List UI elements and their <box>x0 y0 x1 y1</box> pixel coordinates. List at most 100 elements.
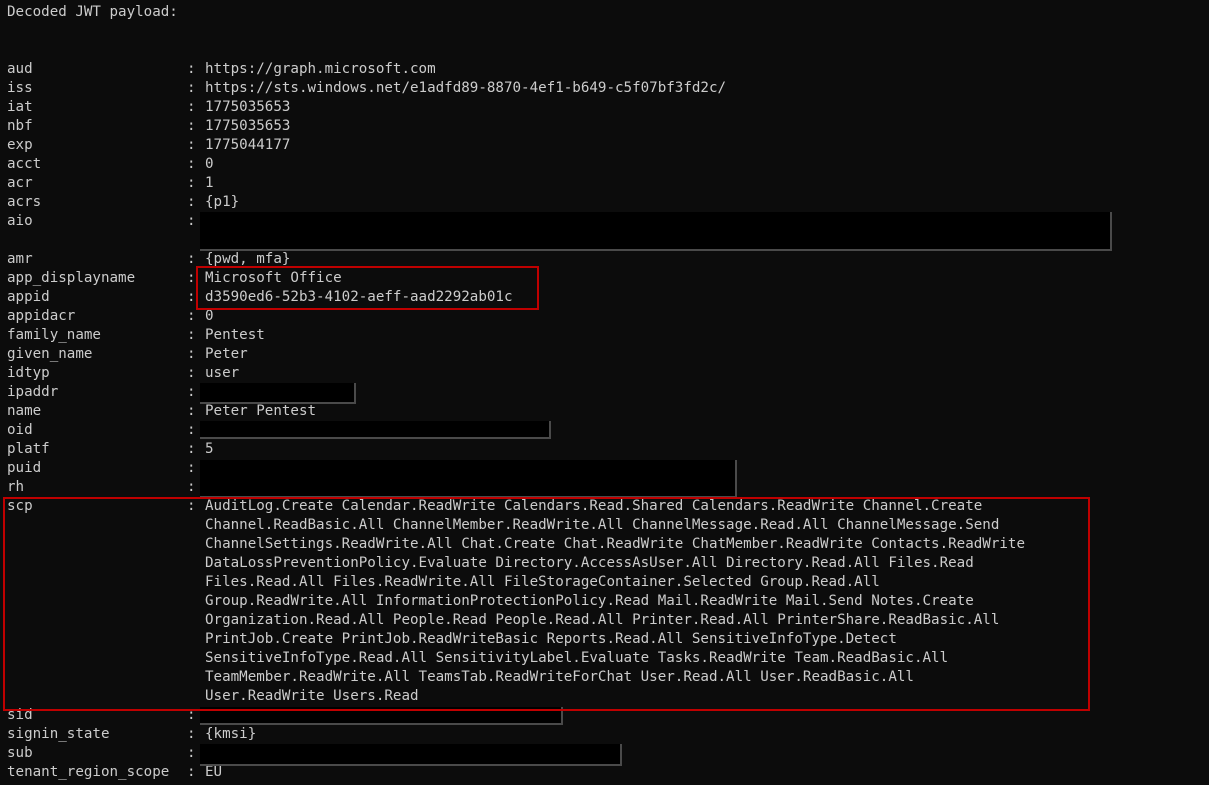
claim-key: idtyp <box>7 365 50 381</box>
claim-key: appidacr <box>7 308 76 324</box>
scope-line: PrintJob.Create PrintJob.ReadWriteBasic … <box>205 631 897 647</box>
scope-line: Channel.ReadBasic.All ChannelMember.Read… <box>205 517 1000 533</box>
claim-separator: : <box>187 175 196 191</box>
claim-separator: : <box>187 270 196 286</box>
claim-row: app_displayname: Microsoft Office <box>7 269 1085 288</box>
claim-key: rh <box>7 479 25 495</box>
claim-separator: : <box>187 118 196 134</box>
claim-key: exp <box>7 137 33 153</box>
terminal-window[interactable]: Decoded JWT payload: aud: https://graph.m… <box>0 0 1209 785</box>
claim-key: iat <box>7 99 33 115</box>
claim-key: acct <box>7 156 42 172</box>
claim-row: ipaddr: <box>7 383 1085 402</box>
claim-value: user <box>205 365 240 381</box>
claim-value: 1775044177 <box>205 137 291 153</box>
claim-key: signin_state <box>7 726 110 742</box>
claim-key: platf <box>7 441 50 457</box>
claim-value: Peter Pentest <box>205 403 317 419</box>
claim-row-scp: scp: AuditLog.Create Calendar.ReadWrite C… <box>7 497 1085 706</box>
redaction-oid <box>200 421 551 439</box>
claim-separator: : <box>187 137 196 153</box>
claim-key: nbf <box>7 118 33 134</box>
claim-key: scp <box>7 498 33 514</box>
claim-key: sid <box>7 707 33 723</box>
claim-separator: : <box>187 194 196 210</box>
claim-row: name: Peter Pentest <box>7 402 1085 421</box>
claim-row: platf:5 <box>7 440 1085 459</box>
claim-key: sub <box>7 745 33 761</box>
claim-key: oid <box>7 422 33 438</box>
claim-row: idtyp: user <box>7 364 1085 383</box>
scope-line: Files.Read.All Files.ReadWrite.All FileS… <box>205 574 880 590</box>
redaction-puid-rh <box>200 460 737 498</box>
claim-value: 0 <box>205 156 214 172</box>
claim-row: nbf:1775035653 <box>7 117 1085 136</box>
claim-value: https://sts.windows.net/e1adfd89-8870-4e… <box>205 80 727 96</box>
claim-value: 1775035653 <box>205 118 291 134</box>
claim-row: iat:1775035653 <box>7 98 1085 117</box>
claim-value: 1775035653 <box>205 99 291 115</box>
claim-key: iss <box>7 80 33 96</box>
claim-separator: : <box>187 289 196 305</box>
claim-value: Pentest <box>205 327 265 343</box>
claim-row: acr:1 <box>7 174 1085 193</box>
redaction-aio <box>200 212 1112 251</box>
claim-separator: : <box>187 99 196 115</box>
claim-value: Microsoft Office <box>205 270 342 286</box>
claim-key: puid <box>7 460 42 476</box>
claim-value: {p1} <box>205 194 240 210</box>
claim-separator: : <box>187 61 196 77</box>
claim-separator: : <box>187 441 196 457</box>
claim-key <box>7 231 187 250</box>
output-header: Decoded JWT payload: <box>7 4 178 20</box>
claim-row: given_name: Peter <box>7 345 1085 364</box>
claim-key: acr <box>7 175 33 191</box>
claim-row: amr: {pwd, mfa} <box>7 250 1085 269</box>
claim-key: acrs <box>7 194 42 210</box>
claim-row: family_name: Pentest <box>7 326 1085 345</box>
scope-line: ChannelSettings.ReadWrite.All Chat.Creat… <box>205 536 1025 552</box>
claim-key: amr <box>7 251 33 267</box>
claim-row: aud: https://graph.microsoft.com <box>7 60 1085 79</box>
claim-key: app_displayname <box>7 270 136 286</box>
claim-key: aud <box>7 61 33 77</box>
scope-line: User.ReadWrite Users.Read <box>205 688 419 704</box>
claim-separator: : <box>187 346 196 362</box>
claim-key: given_name <box>7 346 93 362</box>
redaction-sub <box>200 744 622 766</box>
claim-row: acrs: {p1} <box>7 193 1085 212</box>
claim-value: 5 <box>205 441 214 457</box>
claim-separator: : <box>187 365 196 381</box>
claim-separator: : <box>187 251 196 267</box>
claim-separator: : <box>187 80 196 96</box>
scope-line: AuditLog.Create Calendar.ReadWrite Calen… <box>205 498 983 514</box>
scope-line: DataLossPreventionPolicy.Evaluate Direct… <box>205 555 974 571</box>
claim-key: name <box>7 403 42 419</box>
claim-key: appid <box>7 289 50 305</box>
claim-separator: : <box>187 498 196 514</box>
claim-value: 1 <box>205 175 214 191</box>
scope-line: TeamMember.ReadWrite.All TeamsTab.ReadWr… <box>205 669 914 685</box>
claim-separator: : <box>187 403 196 419</box>
scope-line: Organization.Read.All People.Read People… <box>205 612 1000 628</box>
claim-value: 0 <box>205 308 214 324</box>
claim-row: appidacr:0 <box>7 307 1085 326</box>
redaction-ipaddr <box>200 383 356 404</box>
scope-line: SensitiveInfoType.Read.All SensitivityLa… <box>205 650 949 666</box>
claim-row: acct:0 <box>7 155 1085 174</box>
claim-row: exp:1775044177 <box>7 136 1085 155</box>
claim-value: https://graph.microsoft.com <box>205 61 436 77</box>
claim-key: aio <box>7 213 33 229</box>
scope-line: Group.ReadWrite.All InformationProtectio… <box>205 593 974 609</box>
claim-key: ipaddr <box>7 384 59 400</box>
claim-key: tenant_region_scope <box>7 764 170 780</box>
claim-separator: : <box>187 327 196 343</box>
claim-separator: : <box>187 156 196 172</box>
claim-row: iss: https://sts.windows.net/e1adfd89-887… <box>7 79 1085 98</box>
claim-row: signin_state: {kmsi} <box>7 725 1085 744</box>
claim-value: {kmsi} <box>205 726 257 742</box>
claim-value: d3590ed6-52b3-4102-aeff-aad2292ab01c <box>205 289 513 305</box>
claim-value: {pwd, mfa} <box>205 251 291 267</box>
claim-value-scopes: AuditLog.Create Calendar.ReadWrite Calen… <box>205 497 1085 706</box>
claim-row: appid: d3590ed6-52b3-4102-aeff-aad2292ab0… <box>7 288 1085 307</box>
